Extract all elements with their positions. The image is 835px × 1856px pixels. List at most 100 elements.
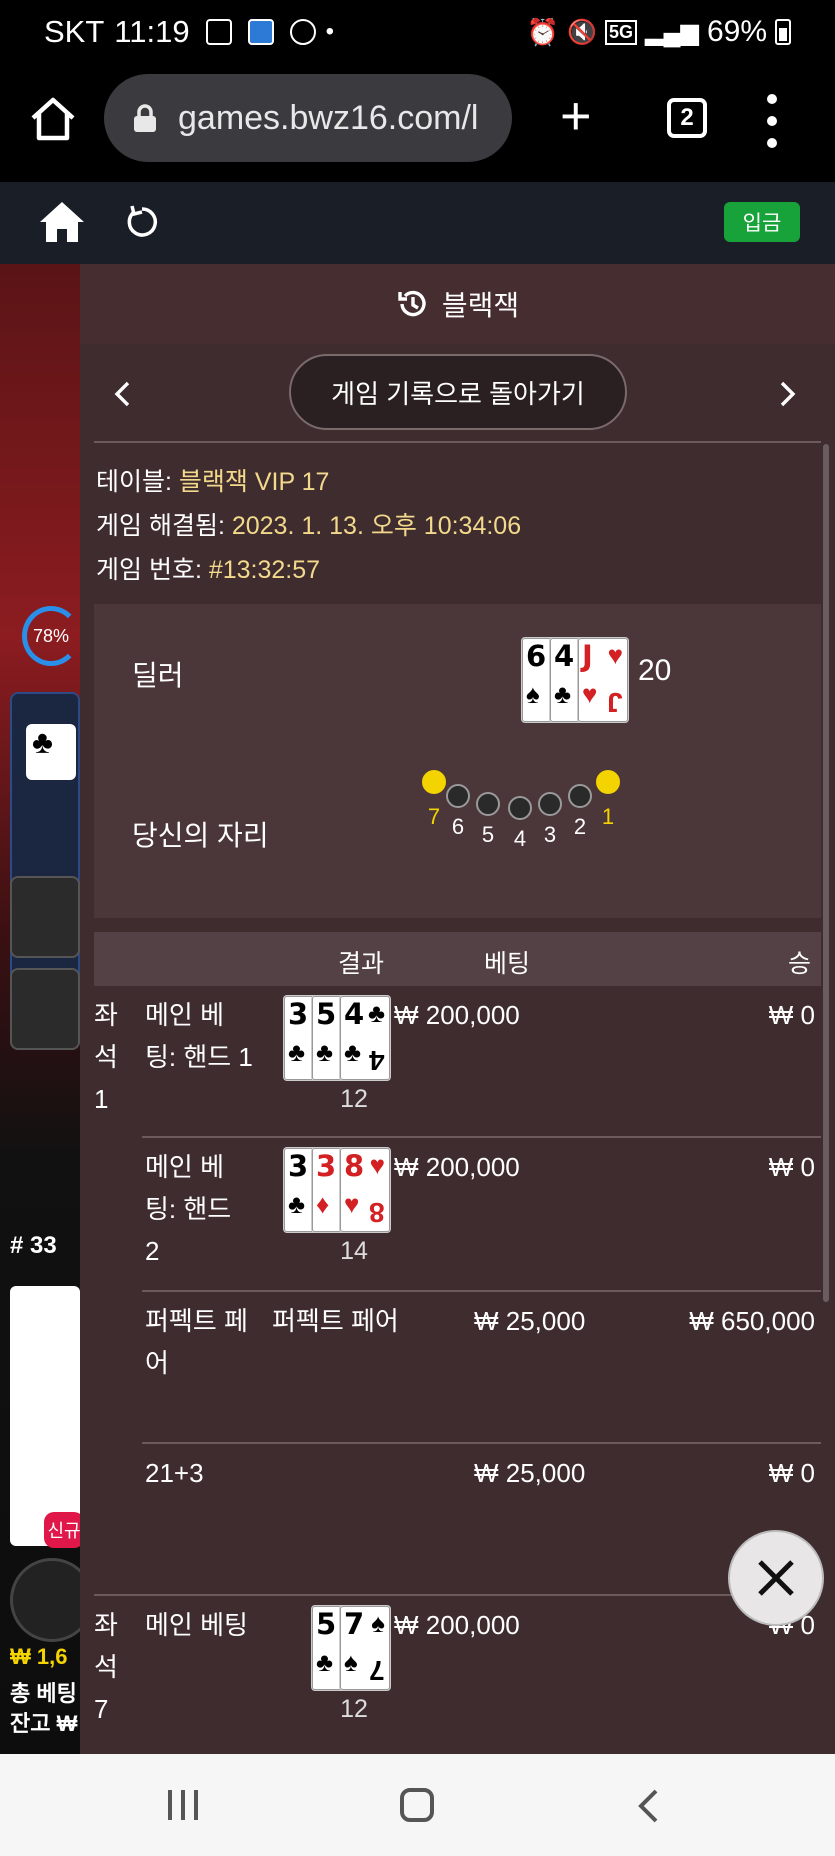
background-progress-ring: 78%	[22, 606, 80, 666]
previous-game-button[interactable]	[102, 372, 142, 416]
row-seat: 좌 석 1	[94, 1000, 118, 1114]
close-button[interactable]	[728, 1530, 824, 1626]
chevron-right-icon	[780, 381, 796, 407]
resolved-value: 2023. 1. 13. 오후 10:34:06	[231, 512, 522, 540]
seat-number: 3	[543, 822, 557, 847]
row-bet-amount: ₩ 25,000	[474, 1306, 586, 1336]
row-cards: 5 ♣ 7 ♠ ♠ 7	[312, 1606, 390, 1690]
url-text: games.bwz16.com/l	[178, 98, 479, 137]
card-rank-inverted: 8	[369, 1197, 385, 1228]
header-win: 승	[787, 950, 811, 978]
card-suit: ♣	[554, 679, 572, 709]
browser-home-icon[interactable]	[28, 94, 78, 144]
table-label: 테이블:	[96, 468, 179, 496]
deposit-button[interactable]: 입금	[724, 202, 800, 242]
card-rank-inverted: 4	[369, 1045, 385, 1076]
background-progress-text: 78%	[32, 625, 70, 646]
tab-switcher-button[interactable]: 2	[667, 98, 707, 138]
card-suit: ♥	[582, 679, 598, 709]
back-to-history-button[interactable]: 게임 기록으로 돌아가기	[289, 354, 627, 430]
header-result: 결과	[338, 950, 385, 978]
more-menu-icon[interactable]	[766, 94, 778, 148]
next-game-button[interactable]	[768, 372, 808, 416]
card-suit: ♠	[344, 1647, 358, 1677]
card-suit: ♣	[288, 1037, 306, 1067]
card-rank-inverted: J	[607, 687, 623, 718]
browser-toolbar: games.bwz16.com/l + 2	[0, 64, 835, 182]
clock: 11:19	[114, 14, 190, 49]
card-rank: 5	[316, 997, 337, 1031]
battery-icon	[775, 19, 791, 45]
row-bet-amount: ₩ 200,000	[394, 1610, 520, 1640]
background-side-panel: 78% ♣ # 33 신규 ₩ 1,6 총 베팅 잔고 ₩	[0, 264, 94, 1754]
seat-number: 5	[481, 822, 495, 847]
card-rank: 8	[344, 1149, 365, 1183]
card-rank: 5	[316, 1607, 337, 1641]
card-rank: 7	[344, 1607, 365, 1641]
row-win-amount: ₩ 650,000	[689, 1306, 815, 1336]
row-bet-type: 메인 베팅	[145, 1610, 248, 1640]
card-rank: J	[582, 639, 593, 673]
background-button-2	[10, 968, 80, 1050]
address-bar[interactable]: games.bwz16.com/l	[104, 74, 512, 162]
row-result: 퍼펙트 페어	[272, 1306, 399, 1336]
carrier: SKT	[44, 14, 105, 49]
table-value: 블랙잭 VIP 17	[178, 468, 330, 496]
background-new-badge: 신규	[44, 1512, 84, 1548]
playing-card: 4 ♣ ♣ 4	[340, 996, 390, 1080]
chevron-left-icon	[114, 381, 130, 407]
card-suit: ♣	[316, 1037, 334, 1067]
row-win-amount: ₩ 0	[768, 1000, 815, 1030]
seat-2-marker	[568, 784, 592, 808]
card-rank: 3	[288, 997, 309, 1031]
seat-number: 7	[427, 804, 441, 829]
background-balance-label: 잔고 ₩	[10, 1711, 78, 1736]
result-row: 좌 석 7 메인 베팅 ₩ 200,000 ₩ 0 5 ♣ 7 ♠ ♠ 7 12	[94, 1596, 821, 1746]
recent-apps-icon[interactable]	[168, 1790, 198, 1820]
card-suit: ♣	[316, 1647, 334, 1677]
header-bet: 베팅	[484, 950, 531, 978]
scrollbar[interactable]	[823, 444, 829, 1302]
card-suit-corner: ♣	[367, 998, 385, 1028]
background-club-card: ♣	[26, 724, 76, 780]
card-suit: ♥	[344, 1189, 360, 1219]
result-row: 좌 석 1 메인 베 팅: 핸드 1 ₩ 200,000 ₩ 0 3 ♣ 5 ♣ 4 ♣ ♣ 4 12	[94, 986, 821, 1136]
row-hand-total: 12	[340, 1085, 368, 1113]
row-bet-amount: ₩ 200,000	[394, 1000, 520, 1030]
card-rank: 4	[344, 997, 365, 1031]
lobby-home-icon[interactable]	[38, 198, 86, 244]
card-suit: ♣	[344, 1037, 362, 1067]
row-seat: 좌 석 7	[94, 1610, 118, 1724]
background-roadmap	[10, 1286, 80, 1546]
dealer-seat-box: 딜러 6 ♠ 4 ♣ J ♥ ♥ J 20 당신의 자리 7654321	[94, 604, 821, 918]
network-type: 5G	[605, 19, 638, 45]
playing-card: J ♥ ♥ J	[578, 638, 628, 722]
seat-5-marker	[476, 792, 500, 816]
system-back-icon[interactable]	[636, 1788, 660, 1824]
tab-count: 2	[680, 104, 694, 131]
row-bet-type: 21+3	[145, 1458, 204, 1488]
card-rank: 4	[554, 639, 575, 673]
gallery-icon	[205, 19, 232, 45]
card-suit-corner: ♠	[371, 1608, 385, 1638]
background-round: # 33	[10, 1232, 57, 1259]
card-suit-corner: ♥	[369, 1150, 385, 1180]
panel-title: 블랙잭	[441, 290, 520, 321]
new-tab-icon[interactable]: +	[560, 86, 592, 146]
system-home-icon[interactable]	[400, 1788, 434, 1822]
card-rank-inverted: 7	[369, 1655, 385, 1686]
card-rank: 3	[316, 1149, 337, 1183]
result-row: 메인 베 팅: 핸드 2 ₩ 200,000 ₩ 0 3 ♣ 3 ♦ 8 ♥ ♥ 8 14	[94, 1138, 821, 1288]
row-win-amount: ₩ 0	[768, 1152, 815, 1182]
background-button-1	[10, 876, 80, 958]
divider	[94, 441, 821, 443]
history-nav: 게임 기록으로 돌아가기	[80, 344, 835, 446]
game-top-bar: 입금	[0, 182, 835, 264]
card-rank: 6	[526, 639, 547, 673]
panel-title-bar: 블랙잭	[80, 264, 835, 344]
alarm-icon: ⏰	[526, 16, 560, 47]
row-win-amount: ₩ 0	[768, 1458, 815, 1488]
row-bet-type: 퍼펙트 페 어	[145, 1306, 248, 1378]
reload-icon[interactable]	[124, 204, 160, 240]
playing-card: 8 ♥ ♥ 8	[340, 1148, 390, 1232]
